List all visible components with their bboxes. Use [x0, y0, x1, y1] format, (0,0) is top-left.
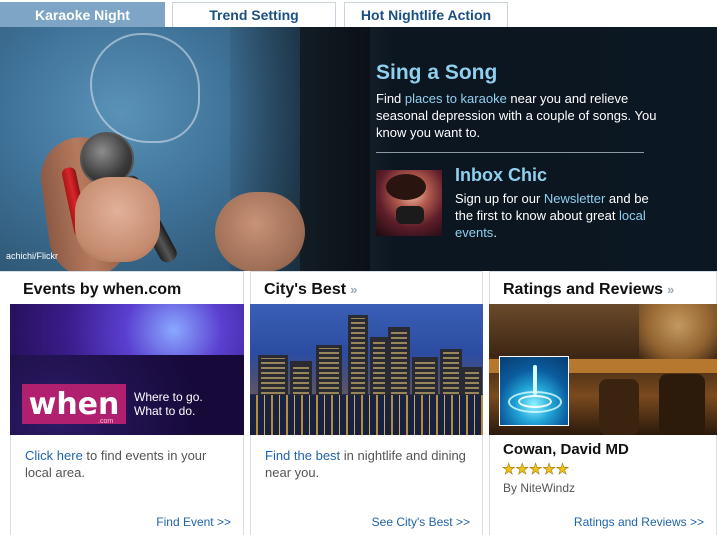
ratings-reviews-panel: Ratings and Reviews» Cowan, David MD ★★★… — [489, 271, 717, 535]
find-event-link[interactable]: Find Event >> — [156, 515, 231, 529]
find-the-best-link[interactable]: Find the best — [265, 448, 340, 463]
karaoke-places-link[interactable]: places to karaoke — [405, 91, 507, 106]
tab-bar: Karaoke Night Trend Setting Hot Nightlif… — [0, 0, 717, 27]
ratings-and-reviews-link[interactable]: Ratings and Reviews >> — [574, 515, 704, 529]
tab-hot-nightlife-action[interactable]: Hot Nightlife Action — [344, 2, 508, 27]
reviewer-thumbnail[interactable] — [499, 356, 569, 426]
bar-interior-image — [489, 304, 717, 435]
ratings-reviews-body: Cowan, David MD ★★★★★ By NiteWindz Ratin… — [489, 435, 717, 535]
citys-best-panel: City's Best» Find the best in nightlife … — [250, 271, 483, 535]
review-business-name[interactable]: Cowan, David MD — [503, 441, 629, 458]
citys-best-body: Find the best in nightlife and dining ne… — [250, 435, 483, 535]
events-description: Click here to find events in your local … — [25, 448, 207, 480]
inbox-chic-description: Sign up for our Newsletter and be the fi… — [455, 191, 649, 240]
events-panel-title: Events by when.com — [0, 271, 244, 304]
click-here-link[interactable]: Click here — [25, 448, 83, 463]
star-rating-icon: ★★★★★ — [502, 461, 570, 479]
hero-description: Find places to karaoke near you and reli… — [376, 91, 657, 140]
newsletter-link[interactable]: Newsletter — [544, 191, 605, 206]
when-logo-suffix: .com — [98, 418, 114, 425]
tab-karaoke-night[interactable]: Karaoke Night — [0, 2, 165, 27]
karaoke-photo: achichi/Flickr — [0, 27, 370, 271]
when-com-banner[interactable]: when .com Where to go. What to do. — [10, 304, 244, 435]
see-citys-best-link[interactable]: See City's Best >> — [372, 515, 470, 529]
hero-content: Sing a Song Find places to karaoke near … — [376, 27, 706, 271]
review-author: By NiteWindz — [503, 481, 576, 495]
events-panel: Events by when.com when .com Where to go… — [0, 271, 244, 535]
inbox-chic-title[interactable]: Inbox Chic — [455, 165, 547, 186]
tab-trend-setting[interactable]: Trend Setting — [172, 2, 336, 27]
hero-banner: achichi/Flickr Sing a Song Find places t… — [0, 27, 717, 271]
inbox-chic-thumbnail[interactable] — [376, 170, 442, 236]
hero-divider — [376, 152, 644, 153]
citys-best-description: Find the best in nightlife and dining ne… — [265, 448, 466, 480]
city-skyline-image[interactable] — [250, 304, 483, 435]
events-panel-body: Click here to find events in your local … — [10, 435, 244, 535]
ratings-reviews-title[interactable]: Ratings and Reviews» — [489, 271, 717, 304]
chevron-right-icon: » — [667, 282, 675, 297]
chevron-right-icon: » — [350, 282, 358, 297]
hero-title[interactable]: Sing a Song — [376, 61, 497, 85]
photo-credit: achichi/Flickr — [6, 251, 59, 261]
citys-best-title[interactable]: City's Best» — [250, 271, 483, 304]
when-tagline: Where to go. What to do. — [134, 390, 203, 418]
